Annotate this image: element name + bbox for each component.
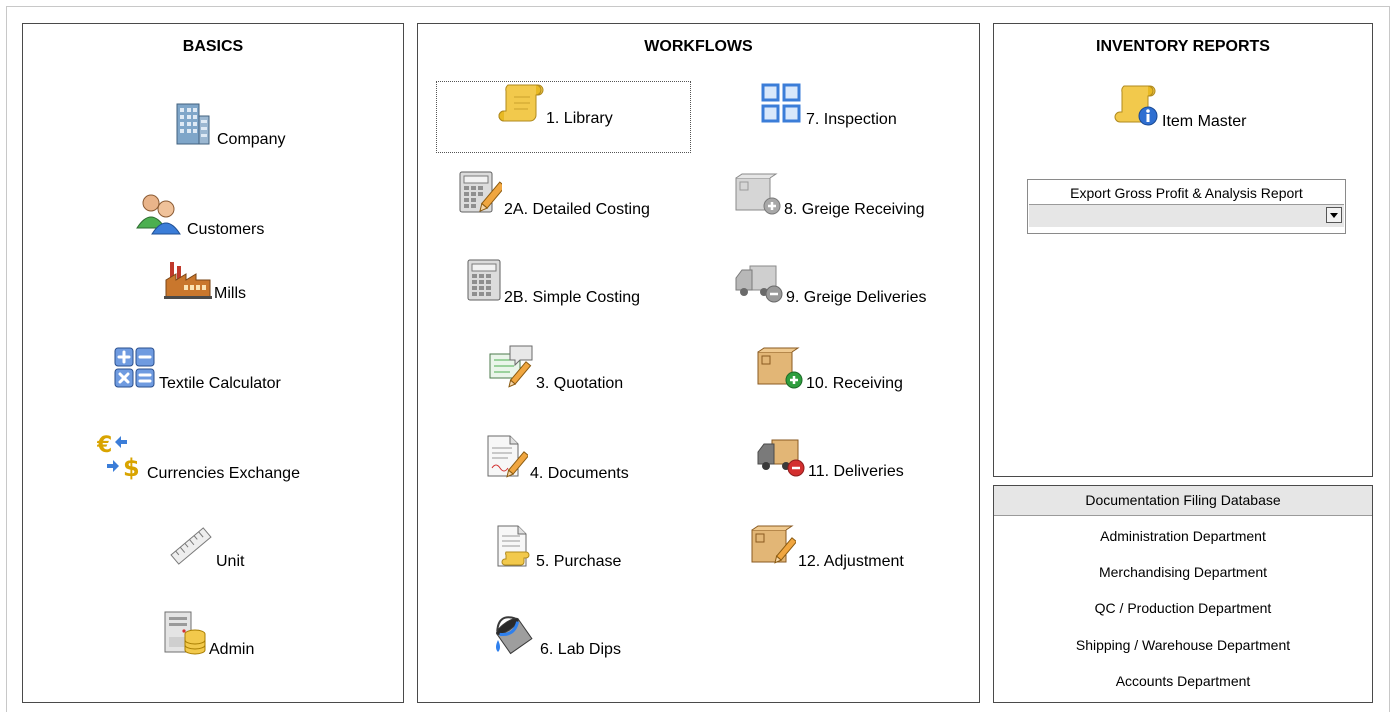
workflow-item-label: 2A. Detailed Costing <box>504 201 650 218</box>
inventory-item-master[interactable]: Item Master <box>1114 82 1246 133</box>
export-report-label: Export Gross Profit & Analysis Report <box>1070 185 1303 201</box>
department-link[interactable]: Merchandising Department <box>994 564 1372 580</box>
truck-remove-icon <box>756 434 806 483</box>
workflow-item-label: 7. Inspection <box>806 111 897 128</box>
workflow-item-inspection[interactable]: 7. Inspection <box>760 82 897 131</box>
server-database-icon <box>163 610 207 661</box>
quotation-icon <box>488 344 534 395</box>
basics-item-customers[interactable]: Customers <box>135 192 264 241</box>
workflow-item-deliveries[interactable]: 11. Deliveries <box>756 434 904 483</box>
calculator-pencil-icon <box>458 170 506 221</box>
documentation-panel: Documentation Filing Database Administra… <box>993 485 1373 703</box>
inventory-reports-panel: INVENTORY REPORTS Item Master Export Gro… <box>993 23 1373 477</box>
purchase-document-icon <box>494 524 534 573</box>
workflow-item-label: 8. Greige Receiving <box>784 201 925 218</box>
basics-item-company[interactable]: Company <box>171 102 285 151</box>
department-link[interactable]: Accounts Department <box>994 673 1372 689</box>
currency-exchange-icon: € $ <box>96 432 145 485</box>
workflows-panel: WORKFLOWS 1. Library 2A. Detailed Costin… <box>417 23 980 703</box>
basics-item-currencies-exchange[interactable]: € $ Currencies Exchange <box>96 432 300 485</box>
department-link[interactable]: QC / Production Department <box>994 600 1372 616</box>
document-sign-icon <box>484 434 530 485</box>
calculator-icon <box>466 258 502 309</box>
calculator-keys-icon <box>113 346 157 395</box>
workflow-item-adjustment[interactable]: 12. Adjustment <box>750 524 904 573</box>
workflow-item-label: 1. Library <box>546 110 613 127</box>
basics-item-label: Unit <box>216 553 245 570</box>
workflow-item-label: 5. Purchase <box>536 553 622 570</box>
inventory-item-label: Item Master <box>1162 113 1247 130</box>
workflow-item-label: 12. Adjustment <box>798 553 904 570</box>
workflow-item-label: 3. Quotation <box>536 375 624 392</box>
export-report-box: Export Gross Profit & Analysis Report <box>1027 179 1346 234</box>
grid-icon <box>760 82 804 131</box>
basics-panel: BASICS Company Customers Mills Textile C… <box>22 23 404 703</box>
basics-item-admin[interactable]: Admin <box>163 610 254 661</box>
workflow-item-receiving[interactable]: 10. Receiving <box>756 346 903 395</box>
paint-bucket-icon <box>492 610 538 661</box>
export-report-dropdown[interactable] <box>1029 204 1344 227</box>
scroll-info-icon <box>1114 82 1160 133</box>
basics-item-label: Textile Calculator <box>159 375 281 392</box>
workflow-item-purchase[interactable]: 5. Purchase <box>494 524 621 573</box>
basics-item-label: Mills <box>214 285 246 302</box>
chevron-down-icon[interactable] <box>1326 207 1342 223</box>
svg-text:$: $ <box>123 454 140 480</box>
workflow-item-label: 4. Documents <box>530 465 629 482</box>
workflow-item-label: 9. Greige Deliveries <box>786 289 927 306</box>
basics-item-label: Customers <box>187 221 265 238</box>
box-edit-icon <box>750 524 798 573</box>
svg-text:€: € <box>97 433 112 458</box>
documentation-title: Documentation Filing Database <box>994 486 1372 516</box>
workflow-item-greige-deliveries[interactable]: 9. Greige Deliveries <box>734 260 927 309</box>
basics-item-label: Company <box>217 131 286 148</box>
workflow-item-label: 2B. Simple Costing <box>504 289 641 306</box>
basics-title: BASICS <box>182 38 244 55</box>
basics-item-label: Admin <box>209 641 255 658</box>
basics-item-label: Currencies Exchange <box>147 465 300 482</box>
building-icon <box>171 102 215 151</box>
workflow-item-lab-dips[interactable]: 6. Lab Dips <box>492 610 621 661</box>
truck-remove-gray-icon <box>734 260 784 309</box>
box-add-gray-icon <box>734 172 782 221</box>
workflow-item-detailed-costing[interactable]: 2A. Detailed Costing <box>458 170 650 221</box>
ruler-icon <box>168 524 214 573</box>
box-add-icon <box>756 346 804 395</box>
basics-item-mills[interactable]: Mills <box>164 260 246 305</box>
workflows-title: WORKFLOWS <box>644 38 753 55</box>
workflow-item-quotation[interactable]: 3. Quotation <box>488 344 623 395</box>
workflow-item-library[interactable]: 1. Library <box>498 81 613 130</box>
basics-item-textile-calculator[interactable]: Textile Calculator <box>113 346 281 395</box>
inventory-reports-title: INVENTORY REPORTS <box>1096 38 1270 55</box>
workflow-item-documents[interactable]: 4. Documents <box>484 434 629 485</box>
workflow-item-greige-receiving[interactable]: 8. Greige Receiving <box>734 172 925 221</box>
workflow-item-simple-costing[interactable]: 2B. Simple Costing <box>466 258 640 309</box>
factory-icon <box>164 260 212 305</box>
department-link[interactable]: Shipping / Warehouse Department <box>994 637 1372 653</box>
scroll-icon <box>498 81 544 130</box>
workflow-item-label: 6. Lab Dips <box>540 641 621 658</box>
workflow-item-label: 10. Receiving <box>806 375 903 392</box>
workflow-item-label: 11. Deliveries <box>808 463 904 480</box>
users-icon <box>135 192 185 241</box>
department-link[interactable]: Administration Department <box>994 528 1372 544</box>
basics-item-unit[interactable]: Unit <box>168 524 244 573</box>
